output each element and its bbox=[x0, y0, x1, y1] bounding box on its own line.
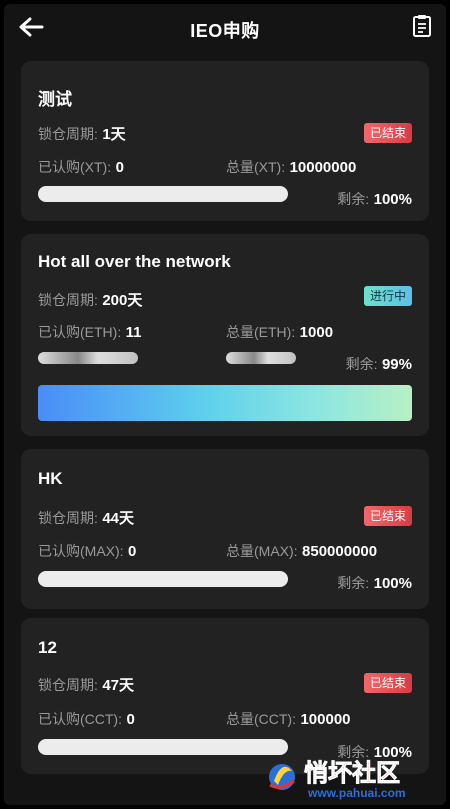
total-supply: 总量(MAX): 850000000 bbox=[226, 541, 377, 561]
remaining-label: 剩余: bbox=[337, 191, 370, 207]
subscribed-label: 已认购(ETH): bbox=[38, 324, 122, 340]
lock-period: 锁仓周期: 200天 bbox=[38, 289, 142, 310]
site-watermark-logo: 悄坏社区 www.pahuai.com bbox=[269, 759, 406, 800]
ieo-card[interactable]: Hot all over the network 锁仓周期: 200天 进行中 … bbox=[21, 234, 429, 436]
status-badge: 进行中 bbox=[363, 286, 412, 306]
remaining-value: 100% bbox=[373, 575, 412, 592]
subscribed-label: 已认购(MAX): bbox=[38, 543, 124, 559]
total-label: 总量(XT): bbox=[226, 159, 286, 175]
status-badge: 已结束 bbox=[363, 123, 412, 143]
app-screen: IEO申购 测试 锁仓周期: 1天 已结束 已认购(XT): 0 总量(XT):… bbox=[0, 0, 450, 809]
lock-period-value: 1天 bbox=[102, 126, 126, 143]
obscured-progress-left bbox=[38, 352, 138, 364]
total-supply: 总量(ETH): 1000 bbox=[226, 322, 333, 342]
page-title: IEO申购 bbox=[190, 21, 260, 41]
total-value: 1000 bbox=[299, 324, 334, 341]
top-bar: IEO申购 bbox=[4, 4, 446, 52]
ieo-card[interactable]: HK 锁仓周期: 44天 已结束 已认购(MAX): 0 总量(MAX): 85… bbox=[21, 449, 429, 609]
total-supply: 总量(XT): 10000000 bbox=[226, 157, 356, 177]
lock-period-label: 锁仓周期: bbox=[38, 677, 98, 693]
lock-period-value: 44天 bbox=[102, 510, 135, 527]
subscribed: 已认购(ETH): 11 bbox=[38, 322, 142, 342]
status-badge: 已结束 bbox=[363, 506, 412, 526]
progress-bar bbox=[38, 186, 288, 202]
lock-period-value: 47天 bbox=[102, 677, 135, 694]
project-title: Hot all over the network bbox=[38, 252, 231, 271]
status-badge: 已结束 bbox=[363, 673, 412, 693]
total-label: 总量(MAX): bbox=[226, 543, 298, 559]
subscribed-value: 0 bbox=[115, 159, 124, 176]
subscribed-label: 已认购(CCT): bbox=[38, 711, 122, 727]
subscribed: 已认购(MAX): 0 bbox=[38, 541, 136, 561]
subscribed-value: 0 bbox=[128, 543, 137, 560]
lock-period-label: 锁仓周期: bbox=[38, 126, 98, 142]
subscribed-value: 11 bbox=[125, 324, 142, 341]
remaining: 剩余: 100% bbox=[337, 189, 412, 209]
lock-period-label: 锁仓周期: bbox=[38, 510, 98, 526]
ieo-card[interactable]: 测试 锁仓周期: 1天 已结束 已认购(XT): 0 总量(XT): 10000… bbox=[21, 61, 429, 221]
subscribe-button[interactable] bbox=[38, 385, 412, 421]
total-label: 总量(ETH): bbox=[226, 324, 296, 340]
lock-period-value: 200天 bbox=[102, 292, 143, 309]
remaining-label: 剩余: bbox=[337, 575, 370, 591]
subscribed-value: 0 bbox=[126, 711, 135, 728]
svg-text:www.pahuai.com: www.pahuai.com bbox=[307, 786, 406, 800]
project-title: 12 bbox=[38, 638, 57, 657]
subscribed: 已认购(XT): 0 bbox=[38, 157, 124, 177]
project-title: HK bbox=[38, 469, 63, 488]
progress-bar bbox=[38, 739, 288, 755]
obscured-progress-right bbox=[226, 352, 296, 364]
clipboard-icon[interactable] bbox=[412, 14, 432, 38]
lock-period: 锁仓周期: 44天 bbox=[38, 507, 134, 528]
subscribed: 已认购(CCT): 0 bbox=[38, 709, 135, 729]
project-title: 测试 bbox=[38, 90, 72, 109]
total-value: 10000000 bbox=[289, 159, 357, 176]
remaining-value: 100% bbox=[373, 191, 412, 208]
remaining: 剩余: 99% bbox=[346, 354, 412, 374]
remaining-label: 剩余: bbox=[345, 356, 378, 372]
lock-period-label: 锁仓周期: bbox=[38, 292, 98, 308]
lock-period: 锁仓周期: 47天 bbox=[38, 674, 134, 695]
svg-text:悄坏社区: 悄坏社区 bbox=[304, 759, 400, 787]
remaining-value: 99% bbox=[381, 356, 412, 373]
remaining: 剩余: 100% bbox=[337, 573, 412, 593]
subscribed-label: 已认购(XT): bbox=[38, 159, 112, 175]
total-value: 850000000 bbox=[302, 543, 378, 560]
total-supply: 总量(CCT): 100000 bbox=[226, 709, 351, 729]
total-label: 总量(CCT): bbox=[226, 711, 296, 727]
lock-period: 锁仓周期: 1天 bbox=[38, 123, 126, 144]
total-value: 100000 bbox=[300, 711, 351, 728]
progress-bar bbox=[38, 571, 288, 587]
